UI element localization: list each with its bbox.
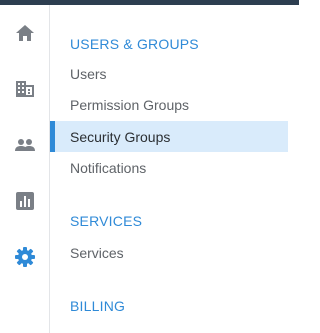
settings-menu-panel: USERS & GROUPS Users Permission Groups S… (50, 5, 288, 333)
menu-item-users[interactable]: Users (50, 58, 288, 89)
reports-nav-button[interactable] (0, 173, 49, 229)
bar-chart-icon (15, 192, 34, 210)
active-indicator (50, 121, 55, 152)
building-nav-button[interactable] (0, 61, 49, 117)
people-nav-button[interactable] (0, 117, 49, 173)
people-icon (14, 138, 36, 152)
menu-item-permission-groups[interactable]: Permission Groups (50, 89, 288, 120)
menu-item-security-groups[interactable]: Security Groups (50, 121, 288, 152)
menu-item-notifications[interactable]: Notifications (50, 152, 288, 183)
icon-rail (0, 5, 50, 333)
settings-nav-button[interactable] (0, 229, 49, 285)
menu-item-label: Users (70, 65, 107, 82)
menu-item-label: Security Groups (70, 128, 171, 145)
home-nav-button[interactable] (0, 5, 49, 61)
menu-item-label: Notifications (70, 159, 147, 176)
section-title-billing: BILLING (70, 298, 126, 314)
building-icon (15, 80, 35, 98)
menu-item-label: Permission Groups (70, 96, 190, 113)
section-title-services: SERVICES (70, 213, 143, 229)
menu-item-services[interactable]: Services (50, 237, 288, 268)
section-title-users-groups: USERS & GROUPS (70, 36, 199, 52)
gear-icon (14, 247, 35, 267)
home-icon (15, 24, 35, 42)
panel-gutter (288, 5, 299, 333)
menu-item-label: Services (70, 244, 124, 261)
